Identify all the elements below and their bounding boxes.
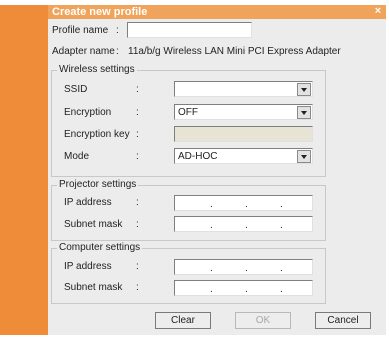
ip-dot: . [210, 263, 213, 274]
projector-settings-group: Projector settings IP address : . . . Su… [51, 179, 326, 241]
cancel-button[interactable]: Cancel [315, 312, 371, 329]
projector-ip-label: IP address [64, 197, 112, 208]
wireless-settings-group: Wireless settings SSID : Encryption : OF… [51, 64, 326, 177]
adapter-name-value: 11a/b/g Wireless LAN Mini PCI Express Ad… [128, 46, 341, 57]
ok-button: OK [235, 312, 291, 329]
ip-dot: . [245, 263, 248, 274]
ip-dot: . [280, 284, 283, 295]
mode-label: Mode [64, 151, 90, 162]
ip-dot: . [210, 199, 213, 210]
encryption-value: OFF [178, 107, 198, 118]
profile-name-label: Profile name [52, 25, 109, 36]
projector-mask-label: Subnet mask [64, 219, 123, 230]
mode-sep: : [136, 151, 139, 162]
projector-ip-input[interactable]: . . . [174, 195, 313, 211]
adapter-name-sep: : [116, 46, 119, 57]
orange-frame-left [0, 5, 48, 335]
encryption-label: Encryption [64, 107, 112, 118]
encryption-key-sep: : [136, 129, 139, 140]
chevron-down-icon[interactable] [297, 83, 311, 96]
encryption-key-input [174, 126, 313, 142]
ip-dot: . [280, 220, 283, 231]
encryption-select[interactable]: OFF [174, 104, 313, 120]
computer-ip-input[interactable]: . . . [174, 259, 313, 275]
encryption-key-label: Encryption key [64, 129, 130, 140]
mode-select[interactable]: AD-HOC [174, 148, 313, 164]
title-bar: Create new profile × [48, 5, 386, 19]
clear-button[interactable]: Clear [155, 312, 211, 329]
profile-name-sep: : [116, 25, 119, 36]
computer-mask-sep: : [136, 282, 139, 293]
computer-mask-label: Subnet mask [64, 282, 123, 293]
computer-mask-input[interactable]: . . . [174, 280, 313, 296]
chevron-down-icon[interactable] [297, 106, 311, 119]
close-icon[interactable]: × [372, 5, 384, 17]
wireless-settings-title: Wireless settings [57, 64, 137, 75]
ssid-label: SSID [64, 84, 88, 95]
ip-dot: . [245, 220, 248, 231]
ip-dot: . [210, 220, 213, 231]
computer-settings-title: Computer settings [57, 242, 143, 253]
computer-ip-sep: : [136, 261, 139, 272]
projector-settings-title: Projector settings [57, 179, 139, 190]
ip-dot: . [245, 284, 248, 295]
computer-ip-label: IP address [64, 261, 112, 272]
mode-value: AD-HOC [178, 151, 218, 162]
create-profile-dialog: Profile name : Adapter name : 11a/b/g Wi… [48, 19, 386, 335]
projector-ip-sep: : [136, 197, 139, 208]
ip-dot: . [245, 199, 248, 210]
profile-name-input[interactable] [127, 22, 252, 38]
computer-settings-group: Computer settings IP address : . . . Sub… [51, 242, 326, 304]
chevron-down-icon[interactable] [297, 150, 311, 163]
encryption-sep: : [136, 107, 139, 118]
projector-mask-input[interactable]: . . . [174, 216, 313, 232]
ssid-select[interactable] [174, 81, 313, 97]
projector-mask-sep: : [136, 219, 139, 230]
ip-dot: . [210, 284, 213, 295]
ip-dot: . [280, 263, 283, 274]
ip-dot: . [280, 199, 283, 210]
window-title: Create new profile [52, 6, 148, 18]
adapter-name-label: Adapter name [52, 46, 115, 57]
ssid-sep: : [136, 84, 139, 95]
